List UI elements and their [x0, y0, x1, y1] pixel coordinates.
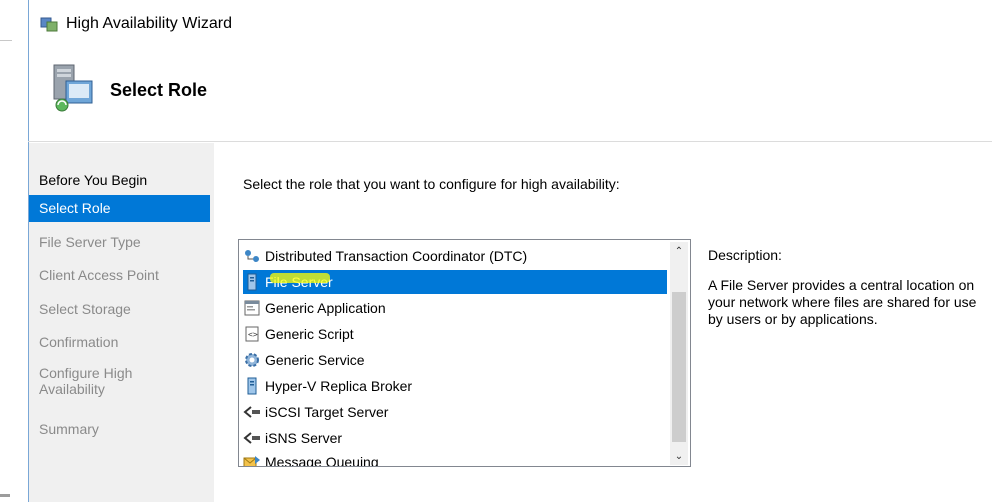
nav-step-summary: Summary	[39, 421, 99, 437]
title-bar: High Availability Wizard	[40, 10, 232, 38]
window-edge-mark	[0, 40, 12, 41]
role-list-item[interactable]: Message Queuing	[243, 450, 379, 467]
description-text: A File Server provides a central locatio…	[708, 277, 977, 327]
role-label: Message Queuing	[265, 454, 379, 467]
server-tower-icon	[243, 273, 261, 291]
role-label: Generic Service	[265, 352, 365, 368]
svg-text:<>: <>	[248, 330, 258, 339]
role-label: iSNS Server	[265, 430, 343, 446]
role-label: Generic Script	[265, 326, 354, 342]
message-queue-icon	[243, 453, 261, 466]
wizard-header: Select Role	[50, 60, 207, 120]
role-label: Hyper-V Replica Broker	[265, 378, 413, 394]
role-list-item[interactable]: iSCSI Target Server	[243, 400, 388, 424]
role-label: iSCSI Target Server	[265, 404, 389, 420]
yellow-highlight-mark	[270, 273, 330, 283]
script-icon: <>	[243, 325, 261, 343]
wizard-app-icon	[40, 15, 58, 33]
nav-step-confirmation: Confirmation	[39, 334, 119, 350]
gear-icon	[243, 351, 261, 369]
dtc-icon	[243, 247, 261, 265]
wizard-step-nav: Before You Begin Select Role File Server…	[29, 143, 214, 502]
role-label: Distributed Transaction Coordinator (DTC…	[265, 248, 528, 264]
role-label: Generic Application	[265, 300, 386, 316]
nav-step-configure-high-availability: Configure High Availability	[39, 365, 133, 397]
cluster-server-icon	[50, 63, 96, 118]
window-title: High Availability Wizard	[66, 15, 232, 32]
scroll-thumb[interactable]	[672, 292, 686, 442]
role-list-item[interactable]: Hyper-V Replica Broker	[243, 374, 412, 398]
server-tower-icon	[243, 377, 261, 395]
role-list-item[interactable]: iSNS Server	[243, 426, 342, 450]
description-label: Description:	[708, 247, 782, 263]
scroll-down-arrow-icon[interactable]: ⌄	[670, 447, 688, 465]
role-list-item[interactable]: Generic Service	[243, 348, 365, 372]
nav-step-select-role[interactable]: Select Role	[29, 195, 210, 222]
page-title: Select Role	[110, 79, 208, 100]
role-list-scrollbar[interactable]: ⌃ ⌄	[670, 242, 688, 465]
isns-icon	[243, 429, 261, 447]
nav-step-before-you-begin[interactable]: Before You Begin	[29, 167, 210, 194]
nav-step-client-access-point: Client Access Point	[39, 267, 159, 283]
scroll-up-arrow-icon[interactable]: ⌃	[670, 242, 688, 260]
iscsi-icon	[243, 403, 261, 421]
application-window-icon	[243, 299, 261, 317]
role-list-item[interactable]: Generic Application	[243, 296, 386, 320]
window-edge-mark	[0, 494, 10, 497]
header-divider	[28, 141, 992, 142]
nav-step-file-server-type: File Server Type	[39, 234, 141, 250]
role-list-item[interactable]: Distributed Transaction Coordinator (DTC…	[243, 244, 527, 268]
nav-step-select-storage: Select Storage	[39, 301, 131, 317]
role-prompt: Select the role that you want to configu…	[243, 176, 620, 192]
role-list-item[interactable]: <> Generic Script	[243, 322, 354, 346]
